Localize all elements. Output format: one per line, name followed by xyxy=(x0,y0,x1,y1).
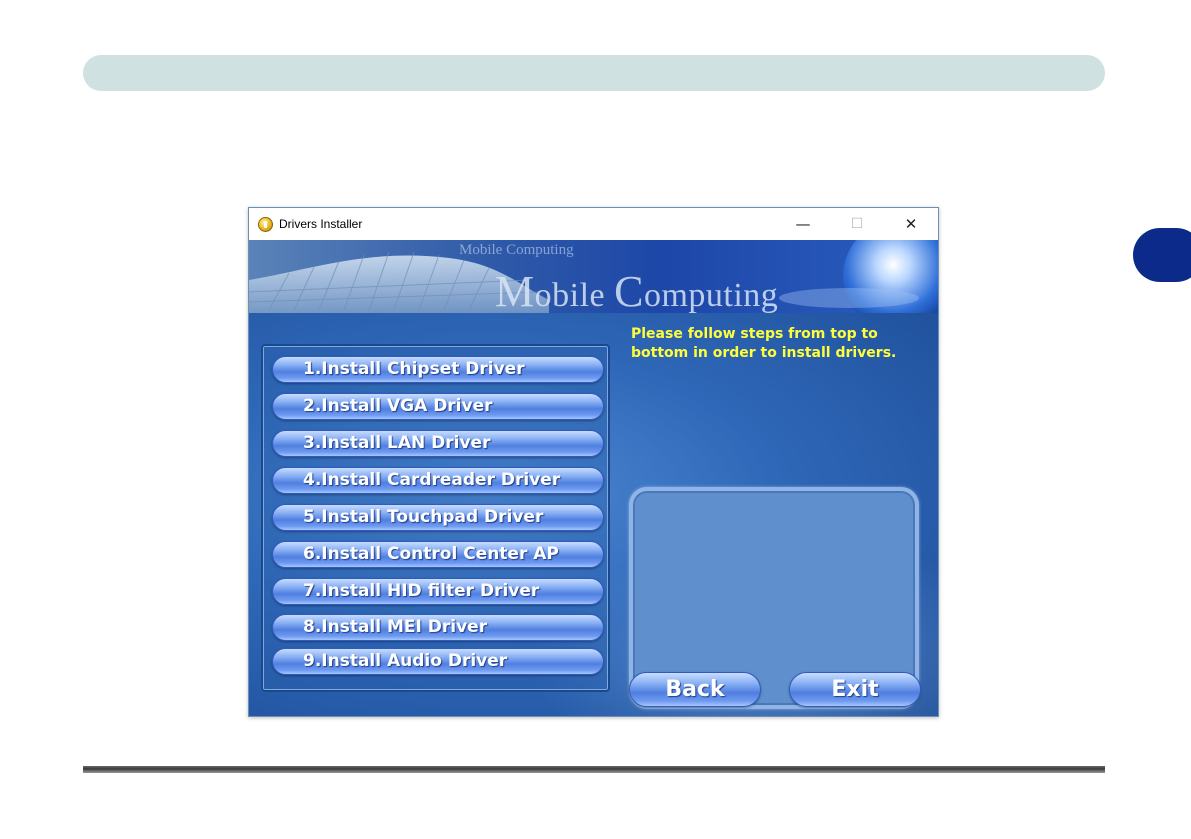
chapter-tab xyxy=(1133,228,1191,282)
instructions-text: Please follow steps from top to bottom i… xyxy=(631,326,897,361)
driver-steps-panel: 1.Install Chipset Driver 2.Install VGA D… xyxy=(261,344,610,692)
banner-letter-c: C xyxy=(614,267,644,313)
drivers-installer-window: Drivers Installer — ☐ ✕ Mobile Computing… xyxy=(248,207,939,717)
page-footer-rule xyxy=(83,766,1105,773)
title-bar[interactable]: Drivers Installer — ☐ ✕ xyxy=(249,208,938,240)
mobile-computing-banner: Mobile Computing Mobile Computing xyxy=(249,240,938,313)
install-touchpad-driver-button[interactable]: 5.Install Touchpad Driver xyxy=(272,504,604,531)
install-audio-driver-button[interactable]: 9.Install Audio Driver xyxy=(272,648,604,675)
banner-word-omputing: omputing xyxy=(643,277,779,313)
install-control-center-ap-button[interactable]: 6.Install Control Center AP xyxy=(272,541,604,568)
install-cardreader-driver-button[interactable]: 4.Install Cardreader Driver xyxy=(272,467,604,494)
install-mei-driver-button[interactable]: 8.Install MEI Driver xyxy=(272,614,604,641)
page-header-bar xyxy=(83,55,1105,91)
window-controls: — ☐ ✕ xyxy=(776,208,938,240)
back-button[interactable]: Back xyxy=(629,672,761,707)
banner-large-text: Mobile Computing xyxy=(495,266,778,313)
minimize-button[interactable]: — xyxy=(776,208,830,240)
banner-letter-m: M xyxy=(495,267,535,313)
install-lan-driver-button[interactable]: 3.Install LAN Driver xyxy=(272,430,604,457)
window-title: Drivers Installer xyxy=(279,217,363,231)
banner-small-text: Mobile Computing xyxy=(459,242,574,258)
maximize-button[interactable]: ☐ xyxy=(830,208,884,240)
app-info-icon xyxy=(258,216,273,232)
install-hid-filter-driver-button[interactable]: 7.Install HID filter Driver xyxy=(272,578,604,605)
close-button[interactable]: ✕ xyxy=(884,208,938,240)
installer-body: 1.Install Chipset Driver 2.Install VGA D… xyxy=(249,313,938,716)
banner-word-obile: obile xyxy=(534,277,615,313)
exit-button[interactable]: Exit xyxy=(789,672,921,707)
install-chipset-driver-button[interactable]: 1.Install Chipset Driver xyxy=(272,356,604,383)
install-vga-driver-button[interactable]: 2.Install VGA Driver xyxy=(272,393,604,420)
